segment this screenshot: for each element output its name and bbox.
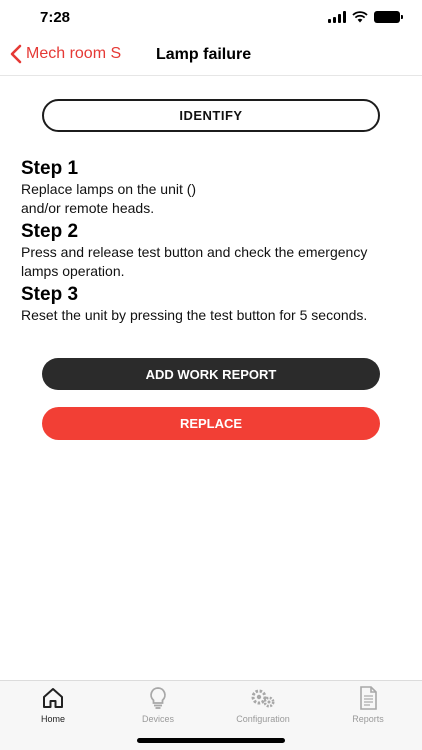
document-icon bbox=[360, 686, 377, 710]
add-work-report-button[interactable]: ADD WORK REPORT bbox=[42, 358, 380, 390]
tab-devices[interactable]: Devices bbox=[108, 685, 208, 724]
tab-label: Devices bbox=[141, 714, 174, 724]
status-time: 7:28 bbox=[40, 9, 71, 26]
home-icon bbox=[43, 688, 63, 708]
wifi-icon bbox=[352, 11, 368, 23]
tab-configuration[interactable]: Configuration bbox=[213, 685, 313, 724]
step-title: Step 3 bbox=[21, 284, 79, 305]
chevron-left-icon bbox=[10, 44, 22, 64]
step-text: Press and release test button and check … bbox=[21, 244, 368, 279]
gears-icon bbox=[251, 689, 275, 708]
step-2: Step 2 Press and release test button and… bbox=[21, 221, 406, 281]
back-button[interactable]: Mech room S bbox=[10, 44, 121, 64]
step-title: Step 1 bbox=[21, 158, 79, 179]
step-text: Replace lamps on the unit () and/or remo… bbox=[21, 181, 197, 216]
cellular-signal-icon bbox=[328, 11, 346, 23]
step-1: Step 1 Replace lamps on the unit () and/… bbox=[21, 158, 406, 218]
back-label: Mech room S bbox=[26, 45, 122, 62]
status-bar: 7:28 bbox=[0, 0, 422, 36]
battery-icon bbox=[374, 11, 403, 23]
status-icons bbox=[328, 11, 403, 23]
step-title: Step 2 bbox=[21, 221, 79, 242]
page-title: Lamp failure bbox=[156, 46, 252, 63]
step-3: Step 3 Reset the unit by pressing the te… bbox=[21, 284, 406, 325]
tab-home[interactable]: Home bbox=[3, 685, 103, 724]
tab-label: Configuration bbox=[236, 714, 290, 724]
tab-label: Reports bbox=[352, 714, 384, 724]
tab-label: Home bbox=[40, 714, 65, 724]
home-indicator bbox=[137, 738, 285, 743]
identify-button[interactable]: IDENTIFY bbox=[42, 99, 380, 132]
replace-button[interactable]: REPLACE bbox=[42, 407, 380, 440]
step-text: Reset the unit by pressing the test butt… bbox=[21, 307, 368, 323]
instruction-steps: Step 1 Replace lamps on the unit () and/… bbox=[21, 158, 406, 328]
navigation-bar: Mech room S Lamp failure bbox=[0, 36, 422, 76]
tab-reports[interactable]: Reports bbox=[318, 685, 418, 724]
lightbulb-icon bbox=[150, 687, 166, 709]
